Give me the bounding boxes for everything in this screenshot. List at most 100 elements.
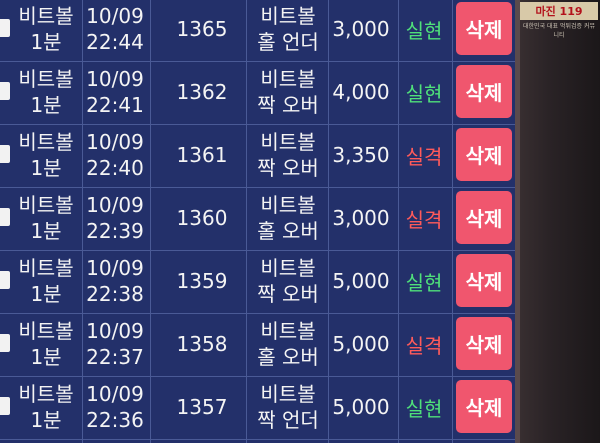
result-status: 실현 <box>405 18 443 43</box>
bet-date: 10/09 <box>86 67 144 91</box>
bet-date: 10/09 <box>86 256 144 280</box>
pick-option: 짝 오버 <box>257 282 319 306</box>
game-cell: 비트볼 1분 <box>10 250 82 312</box>
pick-game: 비트볼 <box>260 256 316 280</box>
column-divider <box>150 0 151 443</box>
bet-date: 10/09 <box>86 382 144 406</box>
site-logo: 마진 119 <box>520 2 598 20</box>
bet-time: 22:41 <box>86 93 144 117</box>
pick-game: 비트볼 <box>260 4 316 28</box>
pick-cell: 비트볼 홀 오버 <box>248 187 328 249</box>
bet-time: 22:39 <box>86 219 144 243</box>
bet-history-screen: 비트볼 1분 10/09 22:44 1365 비트볼 홀 언더 3,000 실현 삭제 비트볼 1분… <box>0 0 515 443</box>
round-number: 1358 <box>176 332 228 356</box>
bet-row: 비트볼 1분 10/09 22:39 1360 비트볼 홀 오버 3,000 실격 삭제 <box>0 187 515 251</box>
round-number: 1359 <box>176 269 228 293</box>
datetime-cell: 10/09 22:39 <box>82 187 148 249</box>
bet-amount: 5,000 <box>332 395 390 419</box>
bet-date: 10/09 <box>86 193 144 217</box>
delete-button[interactable]: 삭제 <box>456 317 512 370</box>
bet-row: 비트볼 1분 10/09 22:41 1362 비트볼 짝 오버 4,000 실현 삭제 <box>0 61 515 125</box>
round-number: 1360 <box>176 206 228 230</box>
result-status: 실현 <box>405 81 443 106</box>
delete-button[interactable]: 삭제 <box>456 254 512 307</box>
bet-date: 10/09 <box>86 4 144 28</box>
round-number: 1365 <box>176 17 228 41</box>
bet-amount: 5,000 <box>332 269 390 293</box>
bet-amount: 3,000 <box>332 206 390 230</box>
round-number: 1361 <box>176 143 228 167</box>
pick-game: 비트볼 <box>260 382 316 406</box>
bet-time: 22:37 <box>86 345 144 369</box>
delete-button[interactable]: 삭제 <box>456 128 512 181</box>
game-interval: 1분 <box>30 282 62 306</box>
game-interval: 1분 <box>30 219 62 243</box>
game-cell: 비트볼 1분 <box>10 61 82 123</box>
bet-amount: 3,000 <box>332 17 390 41</box>
result-status: 실현 <box>405 396 443 421</box>
column-divider <box>328 0 329 443</box>
row-checkbox[interactable] <box>0 82 10 100</box>
bezel-edge <box>515 0 520 443</box>
game-cell: 비트볼 1분 <box>10 313 82 375</box>
delete-button[interactable]: 삭제 <box>456 191 512 244</box>
pick-cell: 비트볼 홀 언더 <box>248 0 328 60</box>
game-name: 비트볼 <box>18 67 74 91</box>
pick-cell: 비트볼 짝 오버 <box>248 124 328 186</box>
game-name: 비트볼 <box>18 193 74 217</box>
pick-option: 홀 오버 <box>257 345 319 369</box>
device-bezel <box>515 0 600 443</box>
row-checkbox[interactable] <box>0 334 10 352</box>
game-name: 비트볼 <box>18 4 74 28</box>
game-cell: 비트볼 1분 <box>10 124 82 186</box>
pick-cell: 비트볼 홀 오버 <box>248 313 328 375</box>
game-name: 비트볼 <box>18 130 74 154</box>
column-divider <box>82 0 83 443</box>
game-interval: 1분 <box>30 156 62 180</box>
game-name: 비트볼 <box>18 382 74 406</box>
result-status: 실격 <box>405 333 443 358</box>
row-checkbox[interactable] <box>0 145 10 163</box>
game-name: 비트볼 <box>18 319 74 343</box>
row-checkbox[interactable] <box>0 19 10 37</box>
row-checkbox[interactable] <box>0 271 10 289</box>
pick-game: 비트볼 <box>260 67 316 91</box>
game-cell: 비트볼 1분 <box>10 187 82 249</box>
column-divider <box>246 0 247 443</box>
bet-time: 22:40 <box>86 156 144 180</box>
bet-row: 비트볼 1분 10/09 22:37 1358 비트볼 홀 오버 5,000 실격 삭제 <box>0 313 515 377</box>
game-cell: 비트볼 1분 <box>10 0 82 60</box>
datetime-cell: 10/09 22:41 <box>82 61 148 123</box>
bet-amount: 3,350 <box>332 143 390 167</box>
round-number: 1362 <box>176 80 228 104</box>
bet-time: 22:36 <box>86 408 144 432</box>
result-status: 실격 <box>405 207 443 232</box>
column-divider <box>398 0 399 443</box>
datetime-cell: 10/09 22:37 <box>82 313 148 375</box>
pick-cell: 비트볼 짝 오버 <box>248 250 328 312</box>
pick-cell: 비트볼 짝 언더 <box>248 376 328 438</box>
delete-button[interactable]: 삭제 <box>456 65 512 118</box>
bet-date: 10/09 <box>86 319 144 343</box>
row-checkbox[interactable] <box>0 397 10 415</box>
bet-row: 비트볼 1분 10/09 22:36 1357 비트볼 짝 언더 5,000 실현 삭제 <box>0 376 515 440</box>
column-divider <box>452 0 453 443</box>
round-number: 1357 <box>176 395 228 419</box>
game-interval: 1분 <box>30 408 62 432</box>
bet-time: 22:44 <box>86 30 144 54</box>
bet-date: 10/09 <box>86 130 144 154</box>
datetime-cell: 10/09 22:44 <box>82 0 148 60</box>
pick-option: 짝 오버 <box>257 93 319 117</box>
bet-row: 비트볼 1분 10/09 22:40 1361 비트볼 짝 오버 3,350 실격 삭제 <box>0 124 515 188</box>
game-interval: 1분 <box>30 93 62 117</box>
game-interval: 1분 <box>30 345 62 369</box>
row-checkbox[interactable] <box>0 208 10 226</box>
bet-time: 22:38 <box>86 282 144 306</box>
pick-game: 비트볼 <box>260 130 316 154</box>
delete-button[interactable]: 삭제 <box>456 380 512 433</box>
delete-button[interactable]: 삭제 <box>456 2 512 55</box>
pick-option: 짝 오버 <box>257 156 319 180</box>
site-logo-subtitle: 대한민국 대표 먹튀검증 커뮤니티 <box>523 23 595 39</box>
game-name: 비트볼 <box>18 256 74 280</box>
datetime-cell: 10/09 22:40 <box>82 124 148 186</box>
